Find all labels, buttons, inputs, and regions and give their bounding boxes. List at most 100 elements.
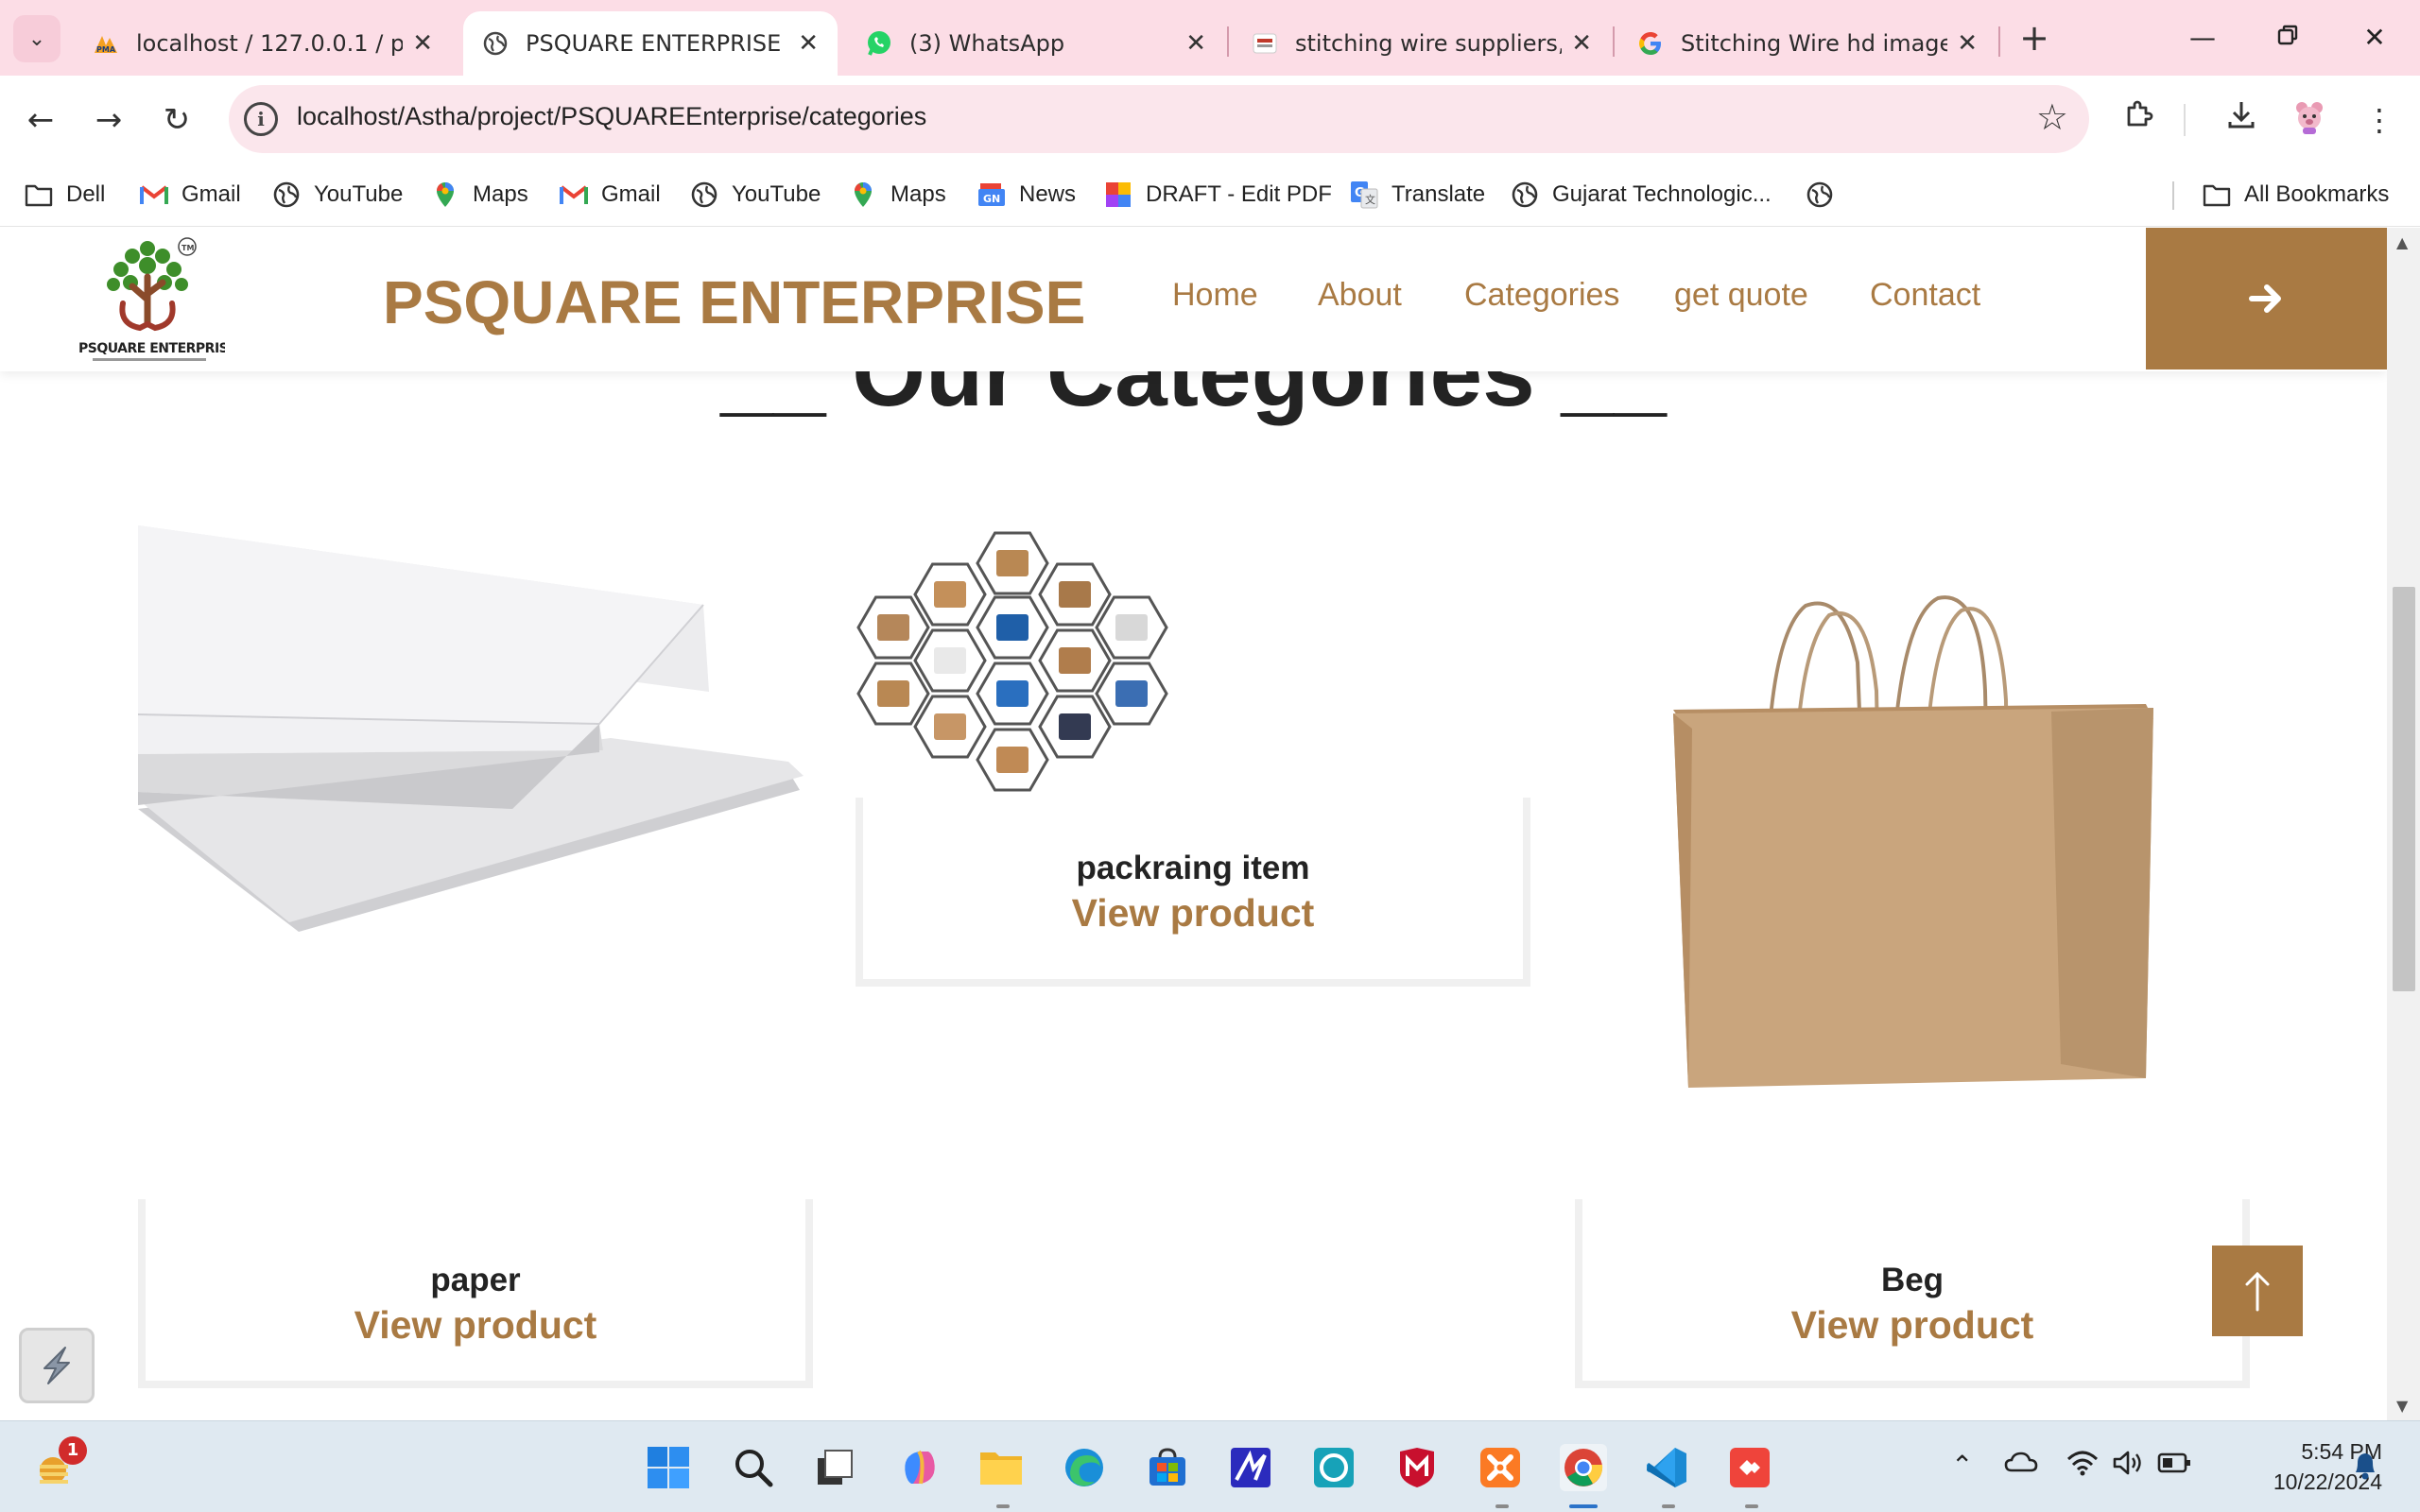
- back-to-top-button[interactable]: [2212, 1246, 2303, 1336]
- file-explorer-icon[interactable]: [977, 1444, 1025, 1491]
- tab-whatsapp[interactable]: (3) WhatsApp ✕: [847, 11, 1225, 76]
- nav-home[interactable]: Home: [1172, 277, 1258, 314]
- close-icon[interactable]: ✕: [798, 29, 819, 58]
- view-product-link[interactable]: View product: [1582, 1303, 2242, 1348]
- back-arrow-icon[interactable]: ←: [17, 96, 64, 144]
- search-icon[interactable]: [730, 1444, 777, 1491]
- battery-icon[interactable]: [2157, 1450, 2191, 1481]
- brand-app-icon[interactable]: [1227, 1444, 1274, 1491]
- paper-stack-image[interactable]: [137, 525, 804, 941]
- tab-divider: [1613, 26, 1615, 57]
- bookmark-draft-pdf[interactable]: DRAFT - Edit PDF: [1104, 176, 1332, 214]
- tab-divider: [1227, 26, 1229, 57]
- task-view-icon[interactable]: [811, 1444, 858, 1491]
- bookmark-maps[interactable]: Maps: [849, 176, 946, 214]
- view-product-link[interactable]: View product: [863, 891, 1523, 936]
- windows-start-icon[interactable]: [645, 1444, 692, 1491]
- scroll-down-icon[interactable]: ▼: [2396, 1397, 2408, 1415]
- kraft-bag-image[interactable]: [1654, 587, 2165, 1135]
- tab-search-button[interactable]: ⌄: [13, 15, 60, 62]
- box-illustration: [1115, 680, 1148, 707]
- floating-widget-button[interactable]: [19, 1328, 95, 1403]
- nav-categories[interactable]: Categories: [1464, 277, 1619, 314]
- bookmarks-divider: [2172, 181, 2174, 210]
- bookmark-gmail[interactable]: Gmail: [560, 176, 661, 214]
- tab-stitching-suppliers[interactable]: stitching wire suppliers, c ✕: [1233, 11, 1611, 76]
- bookmark-maps[interactable]: Maps: [431, 176, 528, 214]
- bookmark-globe[interactable]: [1806, 176, 1847, 214]
- alexa-icon[interactable]: [1310, 1444, 1357, 1491]
- nav-about[interactable]: About: [1318, 277, 1402, 314]
- volume-icon[interactable]: [2112, 1450, 2144, 1483]
- nav-contact[interactable]: Contact: [1870, 277, 1980, 314]
- bookmark-gtu[interactable]: Gujarat Technologic...: [1511, 176, 1772, 214]
- tab-google-search[interactable]: Stitching Wire hd image ✕: [1618, 11, 1996, 76]
- new-tab-button[interactable]: +: [2015, 17, 2053, 59]
- bookmark-translate[interactable]: G文 Translate: [1350, 176, 1485, 214]
- bookmark-star-icon[interactable]: ☆: [2036, 96, 2068, 138]
- address-bar[interactable]: i localhost/Astha/project/PSQUAREEnterpr…: [229, 85, 2089, 153]
- download-icon[interactable]: [2220, 98, 2263, 142]
- scrollbar-thumb[interactable]: [2393, 587, 2415, 991]
- site-info-icon[interactable]: i: [244, 102, 278, 136]
- copilot-icon[interactable]: [896, 1444, 943, 1491]
- anydesk-icon[interactable]: [1726, 1444, 1773, 1491]
- onedrive-icon[interactable]: [2004, 1450, 2038, 1481]
- reload-icon[interactable]: ↻: [153, 96, 200, 144]
- mcafee-icon[interactable]: [1393, 1444, 1441, 1491]
- kebab-menu-icon[interactable]: ⋮: [2358, 98, 2401, 142]
- box-illustration: [1115, 614, 1148, 641]
- browser-toolbar: ← → ↻ i localhost/Astha/project/PSQUAREE…: [0, 76, 2420, 163]
- globe-icon: [1511, 180, 1539, 209]
- page-scrollbar[interactable]: ▲ ▼: [2387, 228, 2420, 1420]
- restore-icon[interactable]: [2267, 17, 2308, 59]
- close-window-icon[interactable]: ✕: [2354, 17, 2395, 59]
- bookmark-youtube[interactable]: YouTube: [272, 176, 403, 214]
- svg-text:GN: GN: [983, 193, 1000, 205]
- close-icon[interactable]: ✕: [1571, 29, 1592, 58]
- tab-phpmyadmin[interactable]: PMA localhost / 127.0.0.1 / psc ✕: [74, 11, 452, 76]
- globe-icon: [1806, 180, 1834, 209]
- running-indicator: [1745, 1504, 1758, 1508]
- close-icon[interactable]: ✕: [1185, 29, 1206, 58]
- packaging-hexagon-image[interactable]: [856, 524, 1169, 798]
- microsoft-store-icon[interactable]: [1144, 1444, 1191, 1491]
- box-illustration: [934, 581, 966, 608]
- all-bookmarks-button[interactable]: All Bookmarks: [2203, 176, 2389, 214]
- minimize-icon[interactable]: —: [2182, 17, 2223, 59]
- bookmark-gmail[interactable]: Gmail: [140, 176, 241, 214]
- news-icon: GN: [977, 180, 1006, 209]
- whatsapp-icon: [866, 30, 892, 57]
- xampp-icon[interactable]: [1477, 1444, 1524, 1491]
- tab-divider: [1998, 26, 2000, 57]
- url-text[interactable]: localhost/Astha/project/PSQUAREEnterpris…: [297, 102, 926, 131]
- site-logo[interactable]: TM PSQUARE ENTERPRISE: [74, 233, 237, 366]
- brand-name[interactable]: PSQUARE ENTERPRISE: [383, 267, 1085, 337]
- box-illustration: [996, 614, 1028, 641]
- chevron-down-icon: ⌄: [27, 26, 46, 51]
- nav-get-quote[interactable]: get quote: [1674, 277, 1808, 314]
- scroll-up-icon[interactable]: ▲: [2396, 233, 2408, 251]
- profile-avatar[interactable]: [2288, 98, 2331, 142]
- notification-badge: 1: [59, 1436, 87, 1465]
- maps-icon: [431, 180, 459, 209]
- pdf-icon: [1104, 180, 1132, 209]
- tab-psquare[interactable]: PSQUARE ENTERPRISE - I ✕: [463, 11, 838, 76]
- forward-arrow-icon[interactable]: →: [85, 96, 132, 144]
- notification-bell-icon[interactable]: [2352, 1450, 2378, 1486]
- extensions-icon[interactable]: [2118, 98, 2161, 142]
- header-cta-button[interactable]: [2146, 228, 2387, 369]
- site-header: TM PSQUARE ENTERPRISE PSQUARE ENTERPRISE…: [0, 228, 2387, 371]
- view-product-link[interactable]: View product: [146, 1303, 805, 1348]
- svg-text:文: 文: [1365, 193, 1375, 206]
- bookmark-dell[interactable]: Dell: [25, 176, 105, 214]
- bookmark-news[interactable]: GN News: [977, 176, 1076, 214]
- wifi-icon[interactable]: [2066, 1450, 2099, 1483]
- close-icon[interactable]: ✕: [412, 29, 433, 58]
- bookmark-youtube[interactable]: YouTube: [690, 176, 821, 214]
- show-hidden-icons[interactable]: ⌃: [1951, 1450, 1973, 1481]
- close-icon[interactable]: ✕: [1957, 29, 1978, 58]
- edge-icon[interactable]: [1061, 1444, 1108, 1491]
- vscode-icon[interactable]: [1643, 1444, 1690, 1491]
- chrome-icon[interactable]: [1560, 1444, 1607, 1491]
